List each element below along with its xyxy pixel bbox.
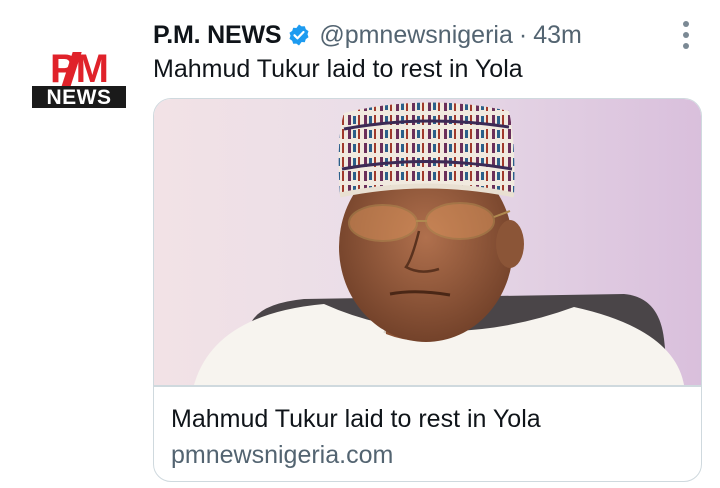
link-card[interactable]: Mahmud Tukur laid to rest in Yola pmnews…	[153, 98, 702, 482]
card-image[interactable]	[154, 99, 701, 385]
more-options-icon[interactable]	[676, 18, 696, 52]
svg-text:NEWS: NEWS	[47, 86, 112, 109]
verified-badge-icon	[287, 23, 311, 47]
tweet-header: P.M. NEWS @pmnewsnigeria · 43m	[153, 18, 582, 52]
tweet-timestamp[interactable]: 43m	[533, 21, 582, 50]
separator-dot: ·	[518, 20, 528, 49]
card-domain[interactable]: pmnewsnigeria.com	[171, 441, 393, 470]
card-divider	[154, 385, 701, 387]
card-title[interactable]: Mahmud Tukur laid to rest in Yola	[171, 405, 541, 434]
avatar[interactable]: PM NEWS	[30, 48, 128, 110]
author-handle[interactable]: @pmnewsnigeria	[319, 21, 513, 50]
author-display-name[interactable]: P.M. NEWS	[153, 21, 282, 50]
tweet-text: Mahmud Tukur laid to rest in Yola	[153, 55, 523, 83]
pm-news-logo: PM NEWS	[32, 48, 126, 109]
